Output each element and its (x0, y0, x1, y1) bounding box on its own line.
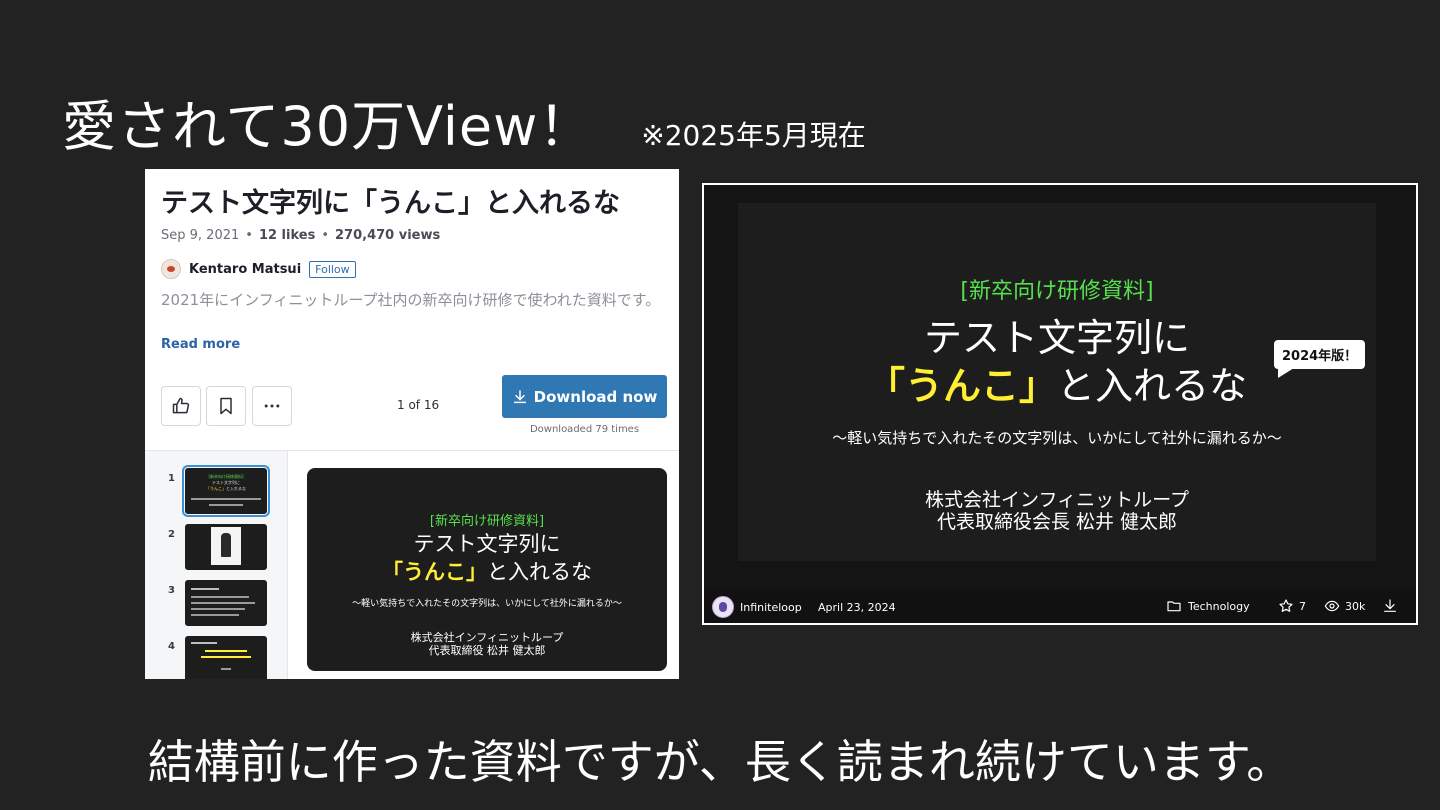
like-button[interactable] (161, 386, 201, 426)
star-icon (1279, 599, 1293, 612)
thumbnail-number: 4 (168, 641, 175, 652)
headline: 愛されて30万View！ ※2025年5月現在 (62, 82, 866, 161)
slide-title-line2: 「うんこ」と入れるな (307, 556, 667, 586)
author-name[interactable]: Infiniteloop (740, 601, 802, 614)
bookmark-icon (220, 397, 232, 415)
slide-subtitle: ～軽い気持ちで入れたその文字列は、いかにして社外に漏れるか～ (352, 599, 622, 609)
slide-tag: [新卒向け研修資料] (429, 514, 545, 529)
thumbnail-2[interactable] (185, 524, 267, 570)
deck-title: テスト文字列に「うんこ」と入れるな (161, 188, 620, 219)
slide-presenter: 代表取締役 松井 健太郎 (428, 644, 546, 657)
footer-caption: 結構前に作った資料ですが、長く読まれ続けています。 (147, 735, 1293, 789)
downloaded-count: Downloaded 79 times (529, 424, 640, 435)
thumbnail-line (201, 656, 251, 658)
author-name[interactable]: Kentaro Matsui (189, 262, 301, 277)
follow-button[interactable]: Follow (309, 260, 356, 278)
description-fade (161, 312, 666, 330)
slide-title-rest: と入れるな (1057, 364, 1248, 408)
download-icon (513, 389, 526, 403)
deck-info-bar: Infiniteloop April 23, 2024 Technology 7… (704, 589, 1416, 623)
page-count: 1 of 16 (397, 398, 440, 412)
headline-note: ※2025年5月現在 (641, 119, 866, 152)
folder-icon (1167, 601, 1181, 612)
star-button[interactable]: 7 (1278, 598, 1306, 614)
slide-title-quote: 「うんこ」 (866, 364, 1057, 408)
avatar[interactable] (712, 596, 734, 618)
slide-title-quote: 「うんこ」 (382, 560, 487, 584)
thumbnail-1[interactable]: [新卒向け研修資料] テスト文字列に 「うんこ」と入れるな (182, 465, 270, 517)
thumbnail-line (191, 608, 245, 610)
thumbnail-line (191, 588, 219, 590)
more-icon (264, 404, 280, 408)
thumbnail-tag: [新卒向け研修資料] (208, 474, 244, 479)
read-more-link[interactable]: Read more (161, 337, 240, 352)
deck-views: 270,470 views (335, 228, 441, 243)
save-button[interactable] (206, 386, 246, 426)
slide-viewer[interactable]: [新卒向け研修資料] テスト文字列に 「うんこ」と入れるな 2024年版！ ～軽… (738, 203, 1376, 561)
author-row: Kentaro Matsui Follow (161, 259, 356, 279)
thumbnail-line (191, 596, 249, 598)
view-count-value: 30k (1345, 599, 1366, 613)
eye-icon (1324, 600, 1340, 612)
thumbnail-line (205, 650, 247, 652)
category-link[interactable]: Technology (1166, 598, 1250, 614)
slide-presenter: 代表取締役会長 松井 健太郎 (936, 511, 1178, 533)
thumbnail-3[interactable] (185, 580, 267, 626)
slide-title-line1: テスト文字列に (413, 532, 561, 556)
speakerdeck-panel: [新卒向け研修資料] テスト文字列に 「うんこ」と入れるな 2024年版！ ～軽… (702, 183, 1418, 625)
thumbnail-line (191, 642, 217, 644)
thumbnail-line (209, 504, 243, 506)
download-icon (1384, 599, 1396, 612)
headline-title: 愛されて30万View！ (62, 95, 594, 158)
slide-subtitle: ～軽い気持ちで入れたその文字列は、いかにして社外に漏れるか～ (832, 429, 1282, 447)
view-count: 30k (1324, 598, 1365, 614)
thumbnail-line (191, 498, 261, 500)
thumbnail-number: 3 (168, 585, 175, 596)
thumbnail-title-2: 「うんこ」と入れるな (206, 486, 246, 491)
download-button[interactable]: Download now (502, 375, 667, 418)
thumbnail-line (221, 668, 231, 670)
avatar[interactable] (161, 259, 181, 279)
thumbnail-photo (211, 527, 241, 565)
category-label: Technology (1188, 599, 1250, 613)
edition-badge: 2024年版！ (1274, 340, 1366, 378)
deck-likes: 12 likes (258, 228, 316, 243)
download-button[interactable] (1382, 598, 1398, 617)
thumbnail-line (191, 614, 239, 616)
download-label: Download now (533, 387, 658, 406)
more-button[interactable] (252, 386, 292, 426)
deck-meta: Sep 9, 2021 • 12 likes • 270,470 views (161, 228, 441, 243)
thumbnail-line (191, 602, 255, 604)
slide-tag: [新卒向け研修資料] (960, 279, 1154, 304)
main-slide-preview[interactable]: [新卒向け研修資料] テスト文字列に 「うんこ」と入れるな ～軽い気持ちで入れた… (307, 468, 667, 671)
slide-title-rest: と入れるな (487, 560, 592, 584)
thumbnail-number: 2 (168, 529, 175, 540)
slideshare-panel: テスト文字列に「うんこ」と入れるな Sep 9, 2021 • 12 likes • 2… (145, 169, 679, 679)
thumbnail-list: 1 [新卒向け研修資料] テスト文字列に 「うんこ」と入れるな 2 3 4 (145, 451, 288, 679)
deck-date: April 23, 2024 (818, 601, 896, 614)
thumbnail-number: 1 (168, 473, 175, 484)
thumbs-up-icon (172, 397, 190, 414)
thumbnail-4[interactable] (185, 636, 267, 679)
deck-date: Sep 9, 2021 (161, 228, 240, 243)
thumbnail-title: テスト文字列に (212, 480, 240, 485)
star-count: 7 (1299, 599, 1306, 613)
